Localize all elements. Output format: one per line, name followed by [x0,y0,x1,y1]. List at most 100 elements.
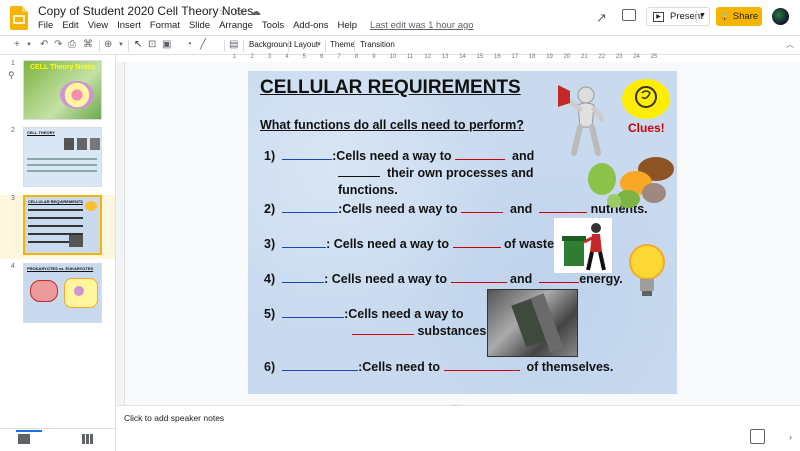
lock-icon: 🔒 [719,12,730,21]
speaker-notes-panel[interactable] [116,405,800,451]
print-icon[interactable]: ⎙ [68,39,76,50]
chevron-down-icon[interactable]: ▼ [118,42,124,48]
ruler-mark: 8 [354,54,359,60]
ruler-mark: 1 [233,54,237,60]
explore-icon[interactable] [750,429,765,444]
menu-tools[interactable]: Tools [262,20,284,31]
menu-insert[interactable]: Insert [117,20,141,31]
select-icon[interactable]: ↖ [134,39,142,50]
present-label: Present [670,11,703,22]
slide-title[interactable]: CELLULAR REQUIREMENTS [260,77,521,99]
slides-app-icon[interactable] [10,6,28,30]
present-icon: ▶ [653,11,664,22]
ruler-mark: 2 [250,54,254,60]
light-bulb-image[interactable] [626,241,668,303]
slide-editor[interactable]: CELLULAR REQUIREMENTS What functions do … [248,71,677,394]
ruler-mark: 19 [546,54,553,60]
ruler-mark: 6 [320,54,324,60]
share-button[interactable]: 🔒 Share [716,7,762,26]
vertical-ruler [116,62,125,405]
background-button[interactable]: Background [249,40,292,49]
ruler-mark: 18 [528,54,536,60]
ruler-mark: 12 [424,54,432,60]
present-button[interactable]: ▶ Present ▼ [646,7,710,26]
resize-handle[interactable]: ··· [452,402,459,409]
question-3[interactable]: 3) : Cells need a way to of waste. [264,237,558,251]
ruler-mark: 23 [615,54,623,60]
undo-icon[interactable]: ↶ [40,39,48,50]
grid-view-icon[interactable] [82,434,93,444]
menu-addons[interactable]: Add-ons [293,20,328,31]
clues-label: Clues! [628,121,665,135]
horizontal-ruler: 1 2 3 4 5 6 7 8 9 10 11 12 13 14 15 16 17 18 19 20 21 22 23 24 2… [233,54,673,62]
collapse-toolbar-icon[interactable]: ︿ [786,39,794,50]
question-1-line-3[interactable]: functions. [338,183,398,197]
cell-illustration [60,81,94,109]
figure-with-megaphone-image[interactable] [554,75,614,157]
question-6[interactable]: 6) :Cells need to of themselves. [264,360,613,374]
folder-icon[interactable]: ▭ [234,5,244,18]
layout-button[interactable]: Layout [294,40,318,49]
menu-bar: File Edit View Insert Format Slide Arran… [38,20,474,31]
chevron-down-icon[interactable]: ▼ [699,12,706,19]
link-icon: ⚲ [8,70,15,80]
ruler-mark: 17 [511,54,519,60]
slide-thumbnail-2[interactable]: CELL THEORY [23,127,102,187]
slide-thumbnail-4[interactable]: PROKARYOTES vs. EUKARYOTES [23,263,102,323]
ruler-mark: 11 [407,54,414,60]
slide-thumbnail-1[interactable]: CELL Theory Notes [23,60,102,120]
avatar[interactable] [772,8,789,25]
new-slide-icon[interactable]: + [14,39,20,50]
ruler-mark: 25 [650,54,658,60]
toolbar: + ▼ ↶ ↷ ⎙ ⌘ ⊕ ▼ ↖ ⊡ ▣ ◔ ╱ ▤ Background L… [0,35,800,55]
chevron-right-icon[interactable]: › [789,432,792,442]
text-box-icon[interactable]: ⊡ [148,39,156,50]
line-icon[interactable]: ╱ [200,39,206,50]
redo-icon[interactable]: ↷ [54,39,62,50]
chevron-down-icon[interactable]: ▼ [26,42,32,48]
fruits-and-nuts-image[interactable] [584,149,676,211]
ruler-mark: 22 [598,54,606,60]
activity-trend-icon[interactable]: ↗ [596,10,607,26]
slide-subtitle[interactable]: What functions do all cells need to perf… [260,118,524,132]
share-label: Share [732,11,759,22]
filmstrip-view-icon[interactable] [18,434,30,444]
menu-file[interactable]: File [38,20,53,31]
paint-format-icon[interactable]: ⌘ [83,39,93,50]
clues-magnifier-image[interactable] [622,79,670,119]
star-icon[interactable]: ☆ [219,5,229,18]
menu-slide[interactable]: Slide [189,20,210,31]
comment-icon[interactable] [622,9,636,21]
shape-icon[interactable]: ◔ [186,39,192,50]
transition-button[interactable]: Transition [360,40,395,49]
theme-button[interactable]: Theme [330,40,355,49]
menu-edit[interactable]: Edit [62,20,78,31]
question-5-line-2[interactable]: substances. [352,324,490,338]
ruler-mark: 4 [285,54,289,60]
image-icon[interactable]: ▣ [162,39,171,50]
ruler-mark: 16 [494,54,501,60]
question-1-line-2[interactable]: their own processes and [338,166,534,180]
question-5[interactable]: 5) :Cells need a way to [264,307,464,321]
menu-view[interactable]: View [88,20,108,31]
ruler-mark: 15 [476,54,484,60]
slide-thumbnail-3[interactable]: CELLULAR REQUIREMENTS [23,195,102,255]
last-edit-link[interactable]: Last edit was 1 hour ago [370,20,474,31]
slide-number: 2 [11,127,15,134]
slide-number: 4 [11,263,15,270]
speaker-notes-placeholder[interactable]: Click to add speaker notes [124,413,224,423]
ruler-mark: 7 [337,54,341,60]
photo-image[interactable] [487,289,578,357]
ruler-mark: 13 [441,54,449,60]
question-4[interactable]: 4) : Cells need a way to and energy. [264,272,623,286]
ruler-mark: 21 [581,54,588,60]
zoom-icon[interactable]: ⊕ [104,39,112,50]
menu-help[interactable]: Help [337,20,357,31]
person-with-trash-bin-image[interactable] [554,218,612,273]
chevron-down-icon[interactable]: ▼ [316,42,322,48]
ruler-mark: 24 [633,54,640,60]
question-1[interactable]: 1) :Cells need a way to and [264,149,534,163]
comment-add-icon[interactable]: ▤ [229,39,238,50]
menu-format[interactable]: Format [150,20,180,31]
menu-arrange[interactable]: Arrange [219,20,253,31]
